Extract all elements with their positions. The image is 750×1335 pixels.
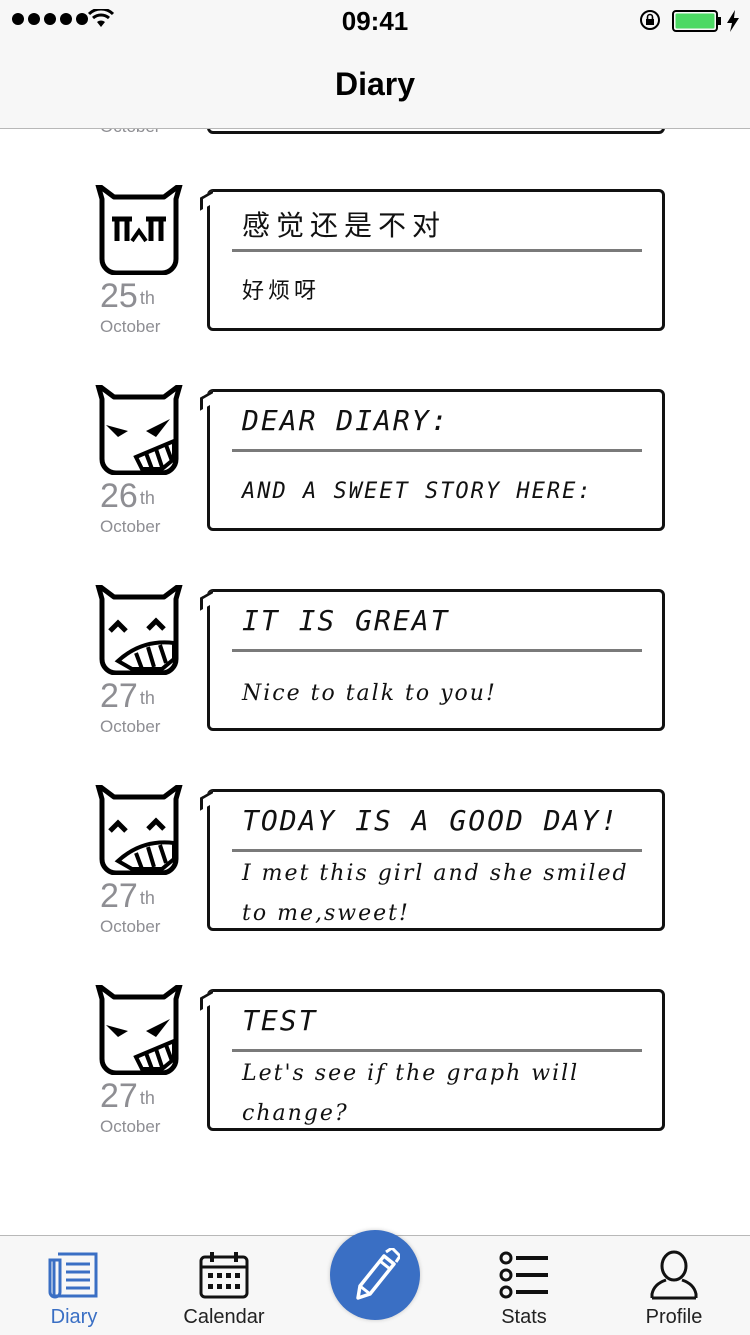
tab-stats[interactable]: Stats [464, 1236, 584, 1335]
pencil-icon [356, 1248, 400, 1300]
list-item[interactable]: 27th October TODAY IS A GOOD DAY! I met … [0, 785, 750, 945]
status-bar: 09:41 [0, 0, 750, 40]
tab-label: Diary [50, 1306, 98, 1328]
entry-day: 25th [100, 277, 155, 315]
entry-day: 26th [100, 477, 155, 515]
list-item[interactable]: 26th October DEAR DIARY: AND A SWEET STO… [0, 385, 750, 545]
list-item[interactable]: 27th October TEST Let's see if the graph… [0, 985, 750, 1145]
entry-day: 27th [100, 677, 155, 715]
divider [232, 1049, 642, 1052]
entry-card[interactable]: TEST Let's see if the graph will change? [207, 989, 665, 1131]
navigation-bar: Diary [0, 40, 750, 129]
rotation-lock-icon [640, 10, 660, 30]
grinning-face-icon [95, 785, 183, 875]
angry-face-icon [95, 985, 183, 1075]
tab-diary[interactable]: Diary [14, 1236, 134, 1335]
grinning-face-icon [95, 585, 183, 675]
entry-body: 好烦呀 [242, 279, 321, 304]
entry-month: October [100, 1117, 161, 1136]
entry-body: Nice to talk to you! [242, 681, 497, 706]
divider [232, 649, 642, 652]
entry-title: TODAY IS A GOOD DAY! [242, 804, 620, 837]
entry-day: 27th [100, 877, 155, 915]
tab-calendar[interactable]: Calendar [164, 1236, 284, 1335]
entry-day: 27th [100, 1077, 155, 1115]
list-icon [499, 1251, 548, 1299]
crying-face-icon [95, 185, 183, 275]
tab-profile[interactable]: Profile [614, 1236, 734, 1335]
entry-body: Let's see if the graph will change? [242, 1061, 580, 1126]
entry-body: I met this girl and she smiled to me,swe… [242, 861, 629, 926]
tab-label: Calendar [183, 1306, 265, 1328]
tab-bar: Diary Calendar Stats Profile [0, 1230, 750, 1335]
partial-entry[interactable]: October [0, 129, 750, 139]
entry-month: October [100, 517, 161, 536]
tab-label: Stats [501, 1306, 547, 1328]
diary-list[interactable]: October 25th October 感觉还是不对 好烦呀 26th Oct… [0, 129, 750, 1235]
entry-month: October [100, 317, 161, 336]
entry-month: October [100, 917, 161, 936]
angry-face-icon [95, 385, 183, 475]
calendar-icon [199, 1252, 249, 1299]
diary-icon [48, 1252, 98, 1299]
entry-card[interactable]: 感觉还是不对 好烦呀 [207, 189, 665, 331]
entry-card[interactable]: IT IS GREAT Nice to talk to you! [207, 589, 665, 731]
person-icon [650, 1250, 698, 1300]
entry-title: DEAR DIARY: [242, 404, 450, 437]
entry-card[interactable] [207, 129, 665, 134]
entry-month: October [100, 717, 161, 736]
list-item[interactable]: 27th October IT IS GREAT Nice to talk to… [0, 585, 750, 745]
charging-icon [727, 10, 739, 32]
entry-title: TEST [242, 1004, 318, 1037]
divider [232, 849, 642, 852]
entry-card[interactable]: DEAR DIARY: AND A SWEET STORY HERE: [207, 389, 665, 531]
list-item[interactable]: 25th October 感觉还是不对 好烦呀 [0, 185, 750, 345]
divider [232, 449, 642, 452]
entry-month: October [100, 129, 160, 137]
entry-title: IT IS GREAT [242, 604, 450, 637]
tab-label: Profile [645, 1306, 703, 1328]
new-entry-button[interactable] [330, 1230, 420, 1320]
page-title: Diary [334, 66, 416, 102]
entry-card[interactable]: TODAY IS A GOOD DAY! I met this girl and… [207, 789, 665, 931]
battery-icon [672, 10, 721, 32]
entry-body: AND A SWEET STORY HERE: [242, 479, 593, 504]
entry-title: 感觉还是不对 [242, 209, 447, 242]
divider [232, 249, 642, 252]
